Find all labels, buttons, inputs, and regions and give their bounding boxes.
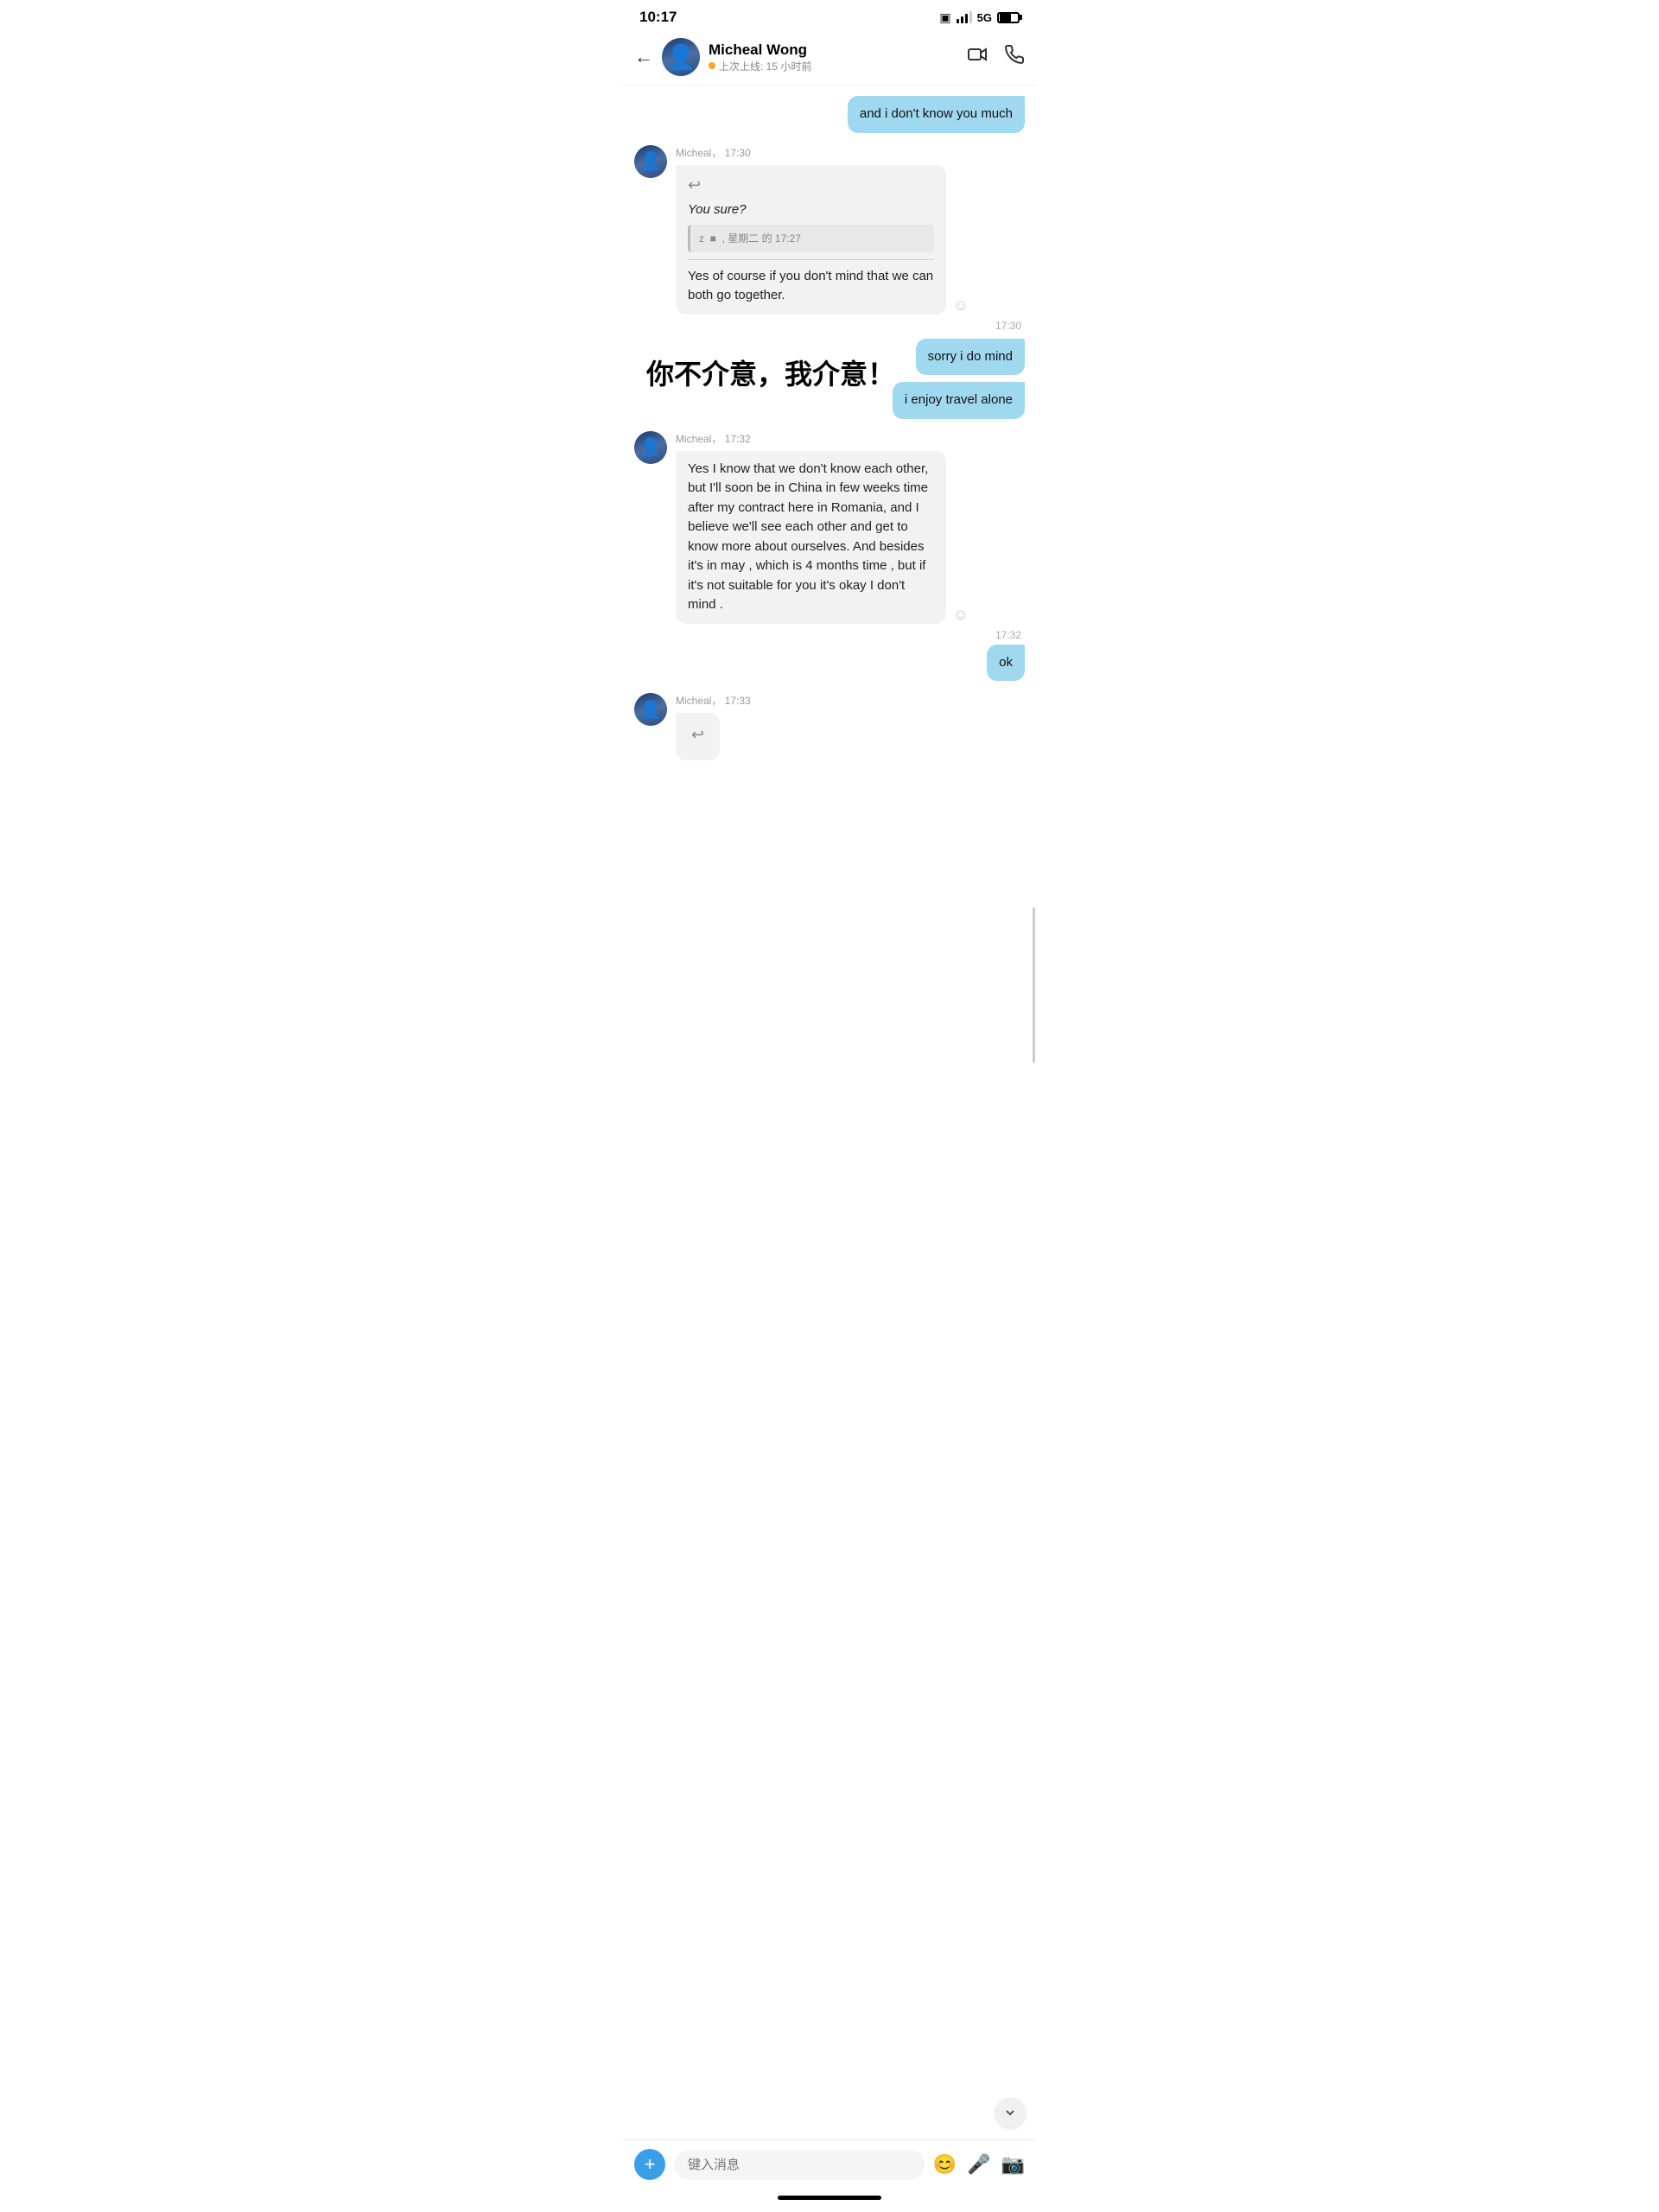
message-row: 17:32 ok <box>634 636 1025 682</box>
home-indicator <box>622 2189 1037 2212</box>
message-text: i enjoy travel alone <box>905 392 1013 407</box>
status-bar: 10:17 ▣ 5G <box>622 0 1037 31</box>
sim-icon: ▣ <box>939 10 950 25</box>
sender-avatar: 👤 <box>634 145 667 178</box>
header-info: Micheal Wong 上次上线: 15 小时前 <box>709 41 968 73</box>
chat-area: and i don't know you much 👤 Micheal， 17:… <box>622 86 1037 771</box>
message-text: and i don't know you much <box>860 106 1013 121</box>
message-content: Micheal， 17:32 Yes I know that we don't … <box>676 431 969 624</box>
microphone-button[interactable]: 🎤 <box>967 2153 990 2176</box>
message-time: 17:30 <box>725 147 751 159</box>
message-time-standalone: 17:30 <box>995 320 1025 332</box>
watermark-area: 17:30 sorry i do mind i enjoy travel alo… <box>634 327 1025 419</box>
camera-button[interactable]: 📷 <box>1001 2153 1025 2176</box>
reply-icon: ↩ <box>691 723 704 747</box>
message-meta: Micheal， 17:32 <box>676 431 969 446</box>
message-meta: Micheal， 17:30 <box>676 145 969 160</box>
bubble-wrapper: ↩ You sure? z ■ , 星期二 的 17:27 Yes of cou… <box>676 165 969 315</box>
quote-text: z ■ , 星期二 的 17:27 <box>699 232 801 245</box>
signal-bar-3 <box>965 14 968 23</box>
message-content: 17:32 ok <box>987 636 1025 682</box>
battery-icon <box>997 12 1020 23</box>
status-icons: ▣ 5G <box>939 10 1020 25</box>
message-row: 👤 Micheal， 17:32 Yes I know that we don'… <box>634 431 1025 624</box>
outgoing-group: 17:30 sorry i do mind i enjoy travel alo… <box>634 327 1025 419</box>
contact-status: 上次上线: 15 小时前 <box>709 59 968 73</box>
message-row: 👤 Micheal， 17:30 ↩ You sure? z ■ , 星期二 的… <box>634 145 1025 315</box>
battery-fill <box>1000 14 1011 22</box>
home-bar <box>778 2196 881 2200</box>
header-actions <box>968 44 1025 70</box>
message-time-standalone: 17:32 <box>995 629 1025 641</box>
avatar-image <box>662 38 700 76</box>
status-time: 10:17 <box>639 9 677 26</box>
reply-icon: ↩ <box>688 174 934 197</box>
message-body: Yes of course if you don't mind that we … <box>688 267 934 306</box>
contact-avatar <box>662 38 700 76</box>
message-text: sorry i do mind <box>928 349 1013 364</box>
network-label: 5G <box>977 11 992 24</box>
message-row: 👤 Micheal， 17:33 ↩ <box>634 693 1025 760</box>
message-time: 17:32 <box>725 433 751 445</box>
sender-name: Micheal， <box>676 695 721 707</box>
contact-name: Micheal Wong <box>709 41 968 59</box>
message-row: and i don't know you much <box>634 96 1025 133</box>
scrollbar-track <box>1033 86 1035 2139</box>
incoming-bubble: ↩ <box>676 713 720 760</box>
video-call-button[interactable] <box>968 44 988 70</box>
italic-text: You sure? <box>688 200 934 220</box>
bubble-wrapper: ↩ <box>676 713 751 760</box>
signal-bar-1 <box>957 19 959 23</box>
input-icons: 😊 🎤 📷 <box>933 2153 1025 2176</box>
message-content: and i don't know you much <box>848 96 1025 133</box>
input-bar: + 😊 🎤 📷 <box>622 2139 1037 2189</box>
quote-divider <box>688 259 934 260</box>
incoming-bubble: Yes I know that we don't know each other… <box>676 451 946 624</box>
message-meta: Micheal， 17:33 <box>676 693 751 708</box>
message-content: Micheal， 17:33 ↩ <box>676 693 751 760</box>
scrollbar-thumb[interactable] <box>1033 907 1035 1063</box>
message-text: Yes I know that we don't know each other… <box>688 461 928 613</box>
emoji-button[interactable]: 😊 <box>933 2153 957 2176</box>
add-button[interactable]: + <box>634 2149 665 2180</box>
online-indicator <box>709 62 715 69</box>
message-content: Micheal， 17:30 ↩ You sure? z ■ , 星期二 的 1… <box>676 145 969 315</box>
outgoing-bubble: i enjoy travel alone <box>893 382 1025 419</box>
sender-name: Micheal， <box>676 433 721 445</box>
last-seen-text: 上次上线: 15 小时前 <box>719 59 811 73</box>
sender-name: Micheal， <box>676 147 721 159</box>
emoji-reaction-button[interactable]: ☺ <box>953 606 969 624</box>
outgoing-bubble: sorry i do mind <box>916 339 1025 376</box>
sender-avatar: 👤 <box>634 693 667 726</box>
scroll-down-button[interactable] <box>995 2098 1025 2127</box>
plus-icon: + <box>645 2153 656 2176</box>
signal-bar-2 <box>961 16 963 23</box>
back-button[interactable]: ← <box>634 46 653 68</box>
voice-call-button[interactable] <box>1004 44 1025 70</box>
signal-bars <box>957 11 972 23</box>
message-input[interactable] <box>674 2150 925 2180</box>
incoming-bubble: ↩ You sure? z ■ , 星期二 的 17:27 Yes of cou… <box>676 165 946 315</box>
bubble-wrapper: Yes I know that we don't know each other… <box>676 451 969 624</box>
message-time: 17:33 <box>725 695 751 707</box>
quote-block: z ■ , 星期二 的 17:27 <box>688 225 934 252</box>
outgoing-bubble: and i don't know you much <box>848 96 1025 133</box>
emoji-reaction-button[interactable]: ☺ <box>953 296 969 315</box>
signal-bar-4 <box>969 11 972 23</box>
outgoing-bubble: ok <box>987 645 1025 682</box>
chat-header: ← Micheal Wong 上次上线: 15 小时前 <box>622 31 1037 86</box>
message-text: ok <box>999 655 1013 670</box>
sender-avatar: 👤 <box>634 431 667 464</box>
